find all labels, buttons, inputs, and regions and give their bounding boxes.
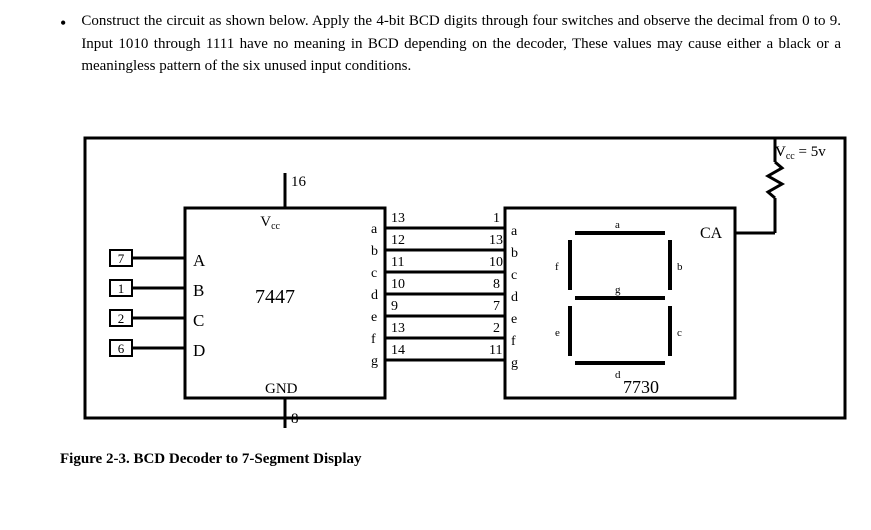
decoder-inputs: 7 A 1 B 2 C 6 D [110,250,206,360]
svg-text:9: 9 [391,299,398,314]
svg-text:c: c [371,266,377,281]
svg-text:1: 1 [493,211,500,226]
figure-caption: Figure 2-3. BCD Decoder to 7-Segment Dis… [60,451,841,468]
decoder-name: 7447 [255,286,295,308]
svg-text:a: a [511,224,518,239]
svg-text:f: f [555,261,559,273]
svg-text:f: f [371,332,376,347]
bullet-icon: • [30,10,66,32]
display-name: 7730 [623,377,659,397]
svg-text:e: e [555,327,560,339]
pin-16: 16 [291,174,307,190]
svg-text:c: c [677,327,682,339]
svg-text:7: 7 [493,299,500,314]
svg-text:8: 8 [493,277,500,292]
resistor-icon [768,162,782,198]
svg-text:2: 2 [118,311,125,326]
svg-text:f: f [511,334,516,349]
svg-text:2: 2 [493,321,500,336]
ca-label: CA [700,225,723,242]
svg-text:12: 12 [391,233,405,248]
decoder-outputs: a 13 1 b 12 13 c 11 10 d 10 8 e 9 7 f 13… [371,211,505,369]
svg-text:b: b [511,246,518,261]
svg-text:B: B [193,281,204,300]
pin-8: 8 [291,411,299,427]
circuit-diagram: V Vcc = 5v 7447 16 Vcc 8 GND 7 A 1 B 2 C… [75,128,841,433]
circuit-border [85,138,845,418]
svg-text:a: a [371,222,378,237]
svg-text:d: d [615,369,621,381]
svg-text:A: A [193,251,206,270]
svg-text:13: 13 [391,321,405,336]
svg-text:D: D [193,341,205,360]
svg-text:13: 13 [489,233,503,248]
svg-text:1: 1 [118,281,125,296]
svg-text:d: d [371,288,378,303]
svg-text:d: d [511,290,518,305]
svg-text:11: 11 [489,343,502,358]
svg-text:g: g [615,284,621,296]
svg-text:Vcc = 5v: Vcc = 5v [775,144,826,162]
svg-text:13: 13 [391,211,405,226]
gnd-label: GND [265,381,298,397]
svg-text:g: g [371,354,378,369]
svg-text:b: b [371,244,378,259]
svg-text:e: e [511,312,517,327]
svg-text:6: 6 [118,341,125,356]
svg-text:14: 14 [391,343,405,358]
display-input-labels: a b c d e f g [511,224,518,371]
svg-text:11: 11 [391,255,404,270]
svg-text:10: 10 [391,277,405,292]
vcc-pin-label: Vcc [260,214,280,232]
svg-text:e: e [371,310,377,325]
instruction-item: • Construct the circuit as shown below. … [30,10,841,78]
instruction-text: Construct the circuit as shown below. Ap… [81,10,841,78]
svg-text:10: 10 [489,255,503,270]
svg-text:g: g [511,356,518,371]
svg-text:a: a [615,219,620,231]
svg-text:c: c [511,268,517,283]
svg-text:b: b [677,261,683,273]
svg-text:7: 7 [118,251,125,266]
seven-segment-icon: a f b g e c d [555,219,683,381]
svg-text:C: C [193,311,204,330]
